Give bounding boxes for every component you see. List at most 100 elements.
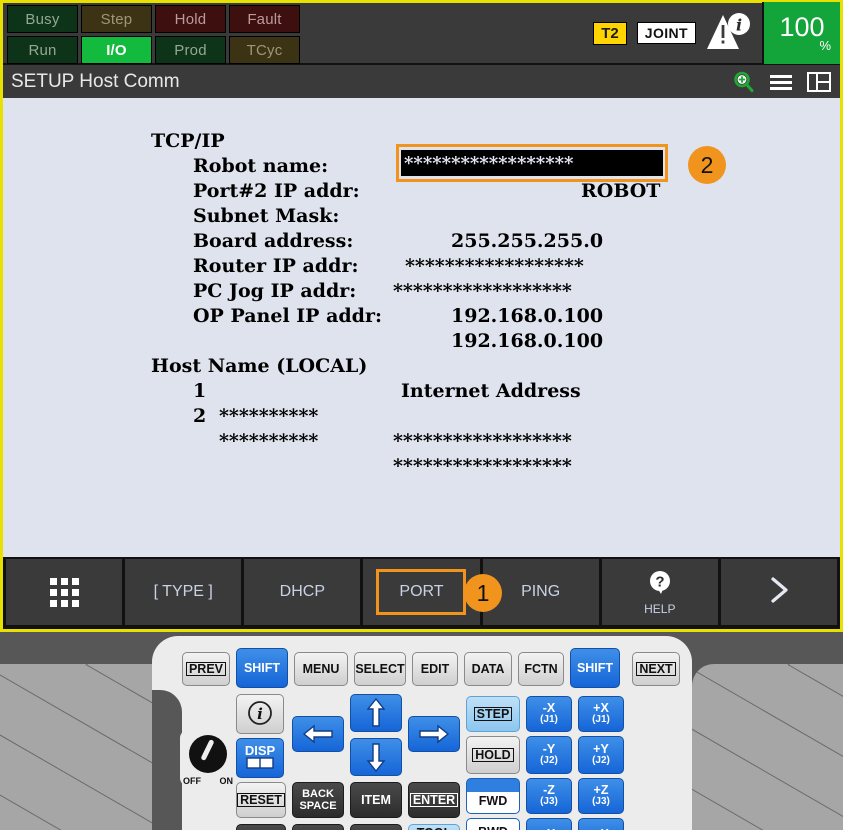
annotation-badge-2: 2 <box>688 146 726 184</box>
key-arrow-up[interactable] <box>350 694 402 732</box>
key-fwd[interactable]: FWD <box>466 778 520 814</box>
coordinate-badge[interactable]: JOINT <box>637 22 696 44</box>
key-8[interactable]: 8 <box>292 824 344 830</box>
key-shift-right-label: SHIFT <box>577 662 613 674</box>
fkey-grid-menu[interactable] <box>6 559 122 625</box>
key-jog-minus-x-j1-joint: (J1) <box>540 714 558 726</box>
status-fault[interactable]: Fault <box>229 5 300 33</box>
key-jog-minus-z-j3-axis: -Z <box>543 784 555 796</box>
key-reset[interactable]: RESET <box>236 782 286 818</box>
screenshot-root: Busy Step Hold Fault Run I/O Prod TCyc T… <box>0 0 843 830</box>
status-bar: Busy Step Hold Fault Run I/O Prod TCyc T… <box>3 3 840 65</box>
fkey-next-page[interactable] <box>721 559 837 625</box>
key-arrow-right[interactable] <box>408 716 460 752</box>
split-layout-icon[interactable] <box>806 71 832 93</box>
status-spacer <box>300 3 593 63</box>
key-jog-minus-z-j3-joint: (J3) <box>540 796 558 808</box>
key-arrow-down[interactable] <box>350 738 402 776</box>
host-table-row[interactable]: 2 ********** ****************** <box>3 379 840 404</box>
key-jog-plus-x-j4[interactable]: +X <box>578 818 624 830</box>
info-icon: i <box>246 699 274 729</box>
fkey-port[interactable]: PORT <box>363 559 479 625</box>
key-disp[interactable]: DISP <box>236 738 284 778</box>
mode-badge[interactable]: T2 <box>593 22 627 45</box>
key-jog-minus-x-j1-axis: -X <box>543 702 556 714</box>
key-jog-minus-y-j2-axis: -Y <box>543 743 556 755</box>
key-info[interactable]: i <box>236 694 284 734</box>
host-table-row[interactable]: 1 ********** ****************** <box>3 354 840 379</box>
key-9[interactable]: 9 <box>350 824 402 830</box>
status-hold[interactable]: Hold <box>155 5 226 33</box>
status-run-label: Run <box>28 42 56 59</box>
status-io[interactable]: I/O <box>81 36 152 64</box>
grid-dots-icon <box>50 578 79 607</box>
content-row-header: TCP/IP 2/42 <box>3 104 840 129</box>
content-row-subnet-mask: Subnet Mask: 255.255.255.0 <box>3 179 840 204</box>
key-backspace[interactable]: BACK SPACE <box>292 782 344 818</box>
status-io-label: I/O <box>106 42 127 59</box>
content-row-router-ip: Router IP addr: ****************** <box>3 229 840 254</box>
key-shift-left[interactable]: SHIFT <box>236 648 288 688</box>
key-prev[interactable]: PREV <box>182 652 230 686</box>
key-shift-right[interactable]: SHIFT <box>570 648 620 688</box>
key-jog-plus-y-j2-axis: +Y <box>593 743 609 755</box>
key-step[interactable]: STEP <box>466 696 520 732</box>
key-bwd[interactable]: BWD <box>466 818 520 830</box>
status-hold-label: Hold <box>175 11 207 28</box>
pendant-left-notch <box>152 690 182 830</box>
key-disp-label: DISP <box>245 745 275 757</box>
key-edit-label: EDIT <box>421 663 449 675</box>
fkey-help[interactable]: ? HELP <box>602 559 718 625</box>
key-shift-left-label: SHIFT <box>244 662 280 674</box>
key-jog-minus-x-j4[interactable]: -X <box>526 818 572 830</box>
content-row-pcjog-ip: PC Jog IP addr: 192.168.0.100 <box>3 254 840 279</box>
key-jog-plus-z-j3[interactable]: +Z(J3) <box>578 778 624 814</box>
zoom-in-icon[interactable] <box>732 70 756 94</box>
key-next-label: NEXT <box>636 662 675 676</box>
warning-triangle-info-icon[interactable]: i <box>706 12 752 54</box>
fkey-type-label: [ TYPE ] <box>154 583 213 601</box>
key-jog-plus-z-j3-joint: (J3) <box>592 796 610 808</box>
key-enter[interactable]: ENTER <box>408 782 460 818</box>
key-menu[interactable]: MENU <box>294 652 348 686</box>
key-item[interactable]: ITEM <box>350 782 402 818</box>
speed-override[interactable]: 100 % <box>762 2 840 64</box>
status-busy[interactable]: Busy <box>7 5 78 33</box>
key-fctn-label: FCTN <box>524 663 557 675</box>
key-edit[interactable]: EDIT <box>412 652 458 686</box>
key-bwd-label: BWD <box>478 826 508 830</box>
key-fwd-label: FWD <box>479 795 507 807</box>
status-busy-label: Busy <box>25 11 59 28</box>
host-row-2-name: ********** <box>219 429 318 454</box>
status-tcyc[interactable]: TCyc <box>229 36 300 64</box>
fkey-dhcp[interactable]: DHCP <box>244 559 360 625</box>
key-jog-minus-z-j3[interactable]: -Z(J3) <box>526 778 572 814</box>
key-hold[interactable]: HOLD <box>466 736 520 774</box>
key-jog-minus-y-j2[interactable]: -Y(J2) <box>526 736 572 774</box>
key-arrow-left[interactable] <box>292 716 344 752</box>
status-indicator-grid: Busy Step Hold Fault Run I/O Prod TCyc <box>3 3 300 63</box>
key-jog-plus-x-j1-joint: (J1) <box>592 714 610 726</box>
fkey-dhcp-label: DHCP <box>280 583 325 601</box>
key-7[interactable]: 7 <box>236 824 286 830</box>
key-select[interactable]: SELECT <box>354 652 406 686</box>
port2-ip-input[interactable]: ****************** <box>401 150 663 176</box>
key-next[interactable]: NEXT <box>632 652 680 686</box>
key-hold-label: HOLD <box>472 748 513 762</box>
key-jog-minus-x-j1[interactable]: -X(J1) <box>526 696 572 732</box>
status-run[interactable]: Run <box>7 36 78 64</box>
function-key-bar: [ TYPE ] DHCP PORT PING ? <box>3 557 840 629</box>
status-right-group: T2 JOINT i 100 % <box>593 3 840 63</box>
host-row-2-address: ****************** <box>393 454 572 479</box>
key-fctn[interactable]: FCTN <box>518 652 564 686</box>
key-tool[interactable]: TOOL1 <box>408 824 460 830</box>
hamburger-menu-icon[interactable] <box>768 71 794 93</box>
key-jog-plus-x-j1[interactable]: +X(J1) <box>578 696 624 732</box>
status-prod[interactable]: Prod <box>155 36 226 64</box>
fkey-type[interactable]: [ TYPE ] <box>125 559 241 625</box>
host-row-2-index: 2 <box>193 404 206 429</box>
key-jog-plus-y-j2[interactable]: +Y(J2) <box>578 736 624 774</box>
key-item-label: ITEM <box>361 794 391 806</box>
key-data[interactable]: DATA <box>464 652 512 686</box>
status-step[interactable]: Step <box>81 5 152 33</box>
